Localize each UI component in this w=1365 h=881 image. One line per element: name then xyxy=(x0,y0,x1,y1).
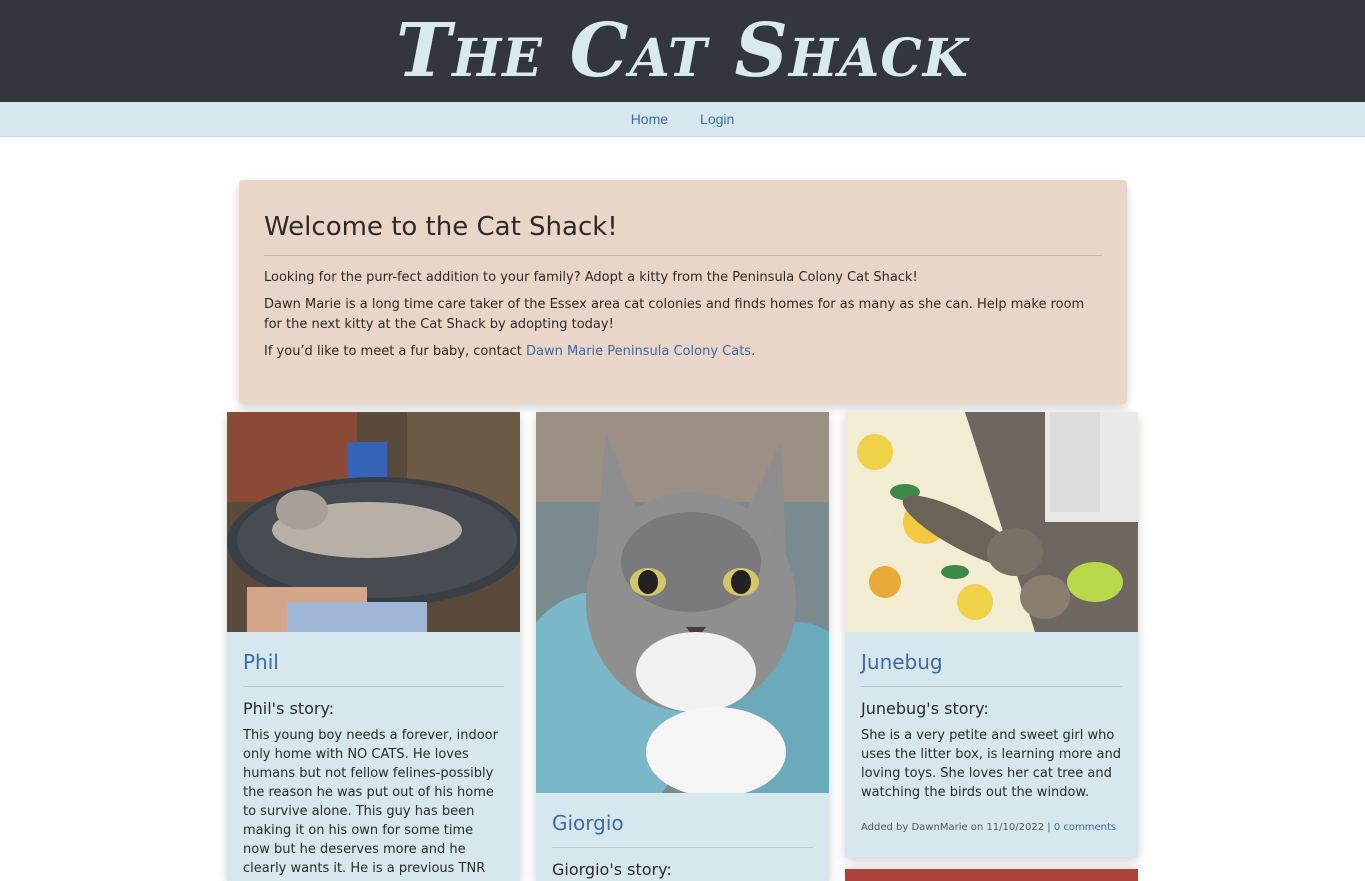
cat-name-junebug[interactable]: Junebug xyxy=(861,650,1122,674)
story-heading-phil: Phil's story: xyxy=(243,699,335,718)
welcome-paragraph-1: Looking for the purr-fect addition to yo… xyxy=(264,270,918,285)
cat-name-phil[interactable]: Phil xyxy=(243,650,504,674)
cat-card-giorgio: Giorgio Giorgio's story: xyxy=(536,412,829,881)
contact-prefix: If you’d like to meet a fur baby, contac… xyxy=(264,344,527,359)
card-divider xyxy=(552,847,813,848)
nav-home-link[interactable]: Home xyxy=(615,111,684,127)
contact-suffix: . xyxy=(751,344,756,359)
welcome-heading: Welcome to the Cat Shack! xyxy=(264,212,618,242)
cat-card-body-junebug: Junebug Junebug's story: She is a very p… xyxy=(845,632,1138,847)
story-heading-giorgio: Giorgio's story: xyxy=(552,860,672,879)
cat-card-phil: Phil Phil's story: This young boy needs … xyxy=(227,412,520,881)
site-title: The Cat Shack xyxy=(396,8,969,94)
cat-name-giorgio[interactable]: Giorgio xyxy=(552,811,813,835)
welcome-paragraph-3: If you’d like to meet a fur baby, contac… xyxy=(264,342,1102,362)
post-meta-junebug: Added by DawnMarie on 11/10/2022 | 0 com… xyxy=(861,822,1122,833)
nav-login-link[interactable]: Login xyxy=(684,111,750,127)
main-nav: Home Login xyxy=(0,102,1365,137)
cat-photo-junebug[interactable] xyxy=(845,412,1138,632)
cat-card-body-giorgio: Giorgio Giorgio's story: xyxy=(536,793,829,881)
contact-link[interactable]: Dawn Marie Peninsula Colony Cats xyxy=(526,344,751,359)
welcome-paragraph-2: Dawn Marie is a long time care taker of … xyxy=(264,297,1085,332)
cat-photo-giorgio[interactable] xyxy=(536,412,829,793)
cat-card-body-phil: Phil Phil's story: This young boy needs … xyxy=(227,632,520,881)
card-divider xyxy=(861,686,1122,687)
story-heading-junebug: Junebug's story: xyxy=(861,699,989,718)
welcome-divider xyxy=(264,255,1102,256)
story-text-phil: This young boy needs a forever, indoor o… xyxy=(243,728,498,876)
comments-link[interactable]: 0 comments xyxy=(1054,822,1116,833)
site-header: The Cat Shack xyxy=(0,0,1365,102)
welcome-panel: Welcome to the Cat Shack! Looking for th… xyxy=(239,180,1127,404)
story-text-junebug: She is a very petite and sweet girl who … xyxy=(861,728,1121,800)
cat-photo-phil[interactable] xyxy=(227,412,520,632)
added-by-text: Added by DawnMarie on 11/10/2022 | xyxy=(861,822,1054,833)
card-divider xyxy=(243,686,504,687)
next-cat-photo-partial[interactable] xyxy=(845,869,1138,881)
cat-card-junebug: Junebug Junebug's story: She is a very p… xyxy=(845,412,1138,857)
